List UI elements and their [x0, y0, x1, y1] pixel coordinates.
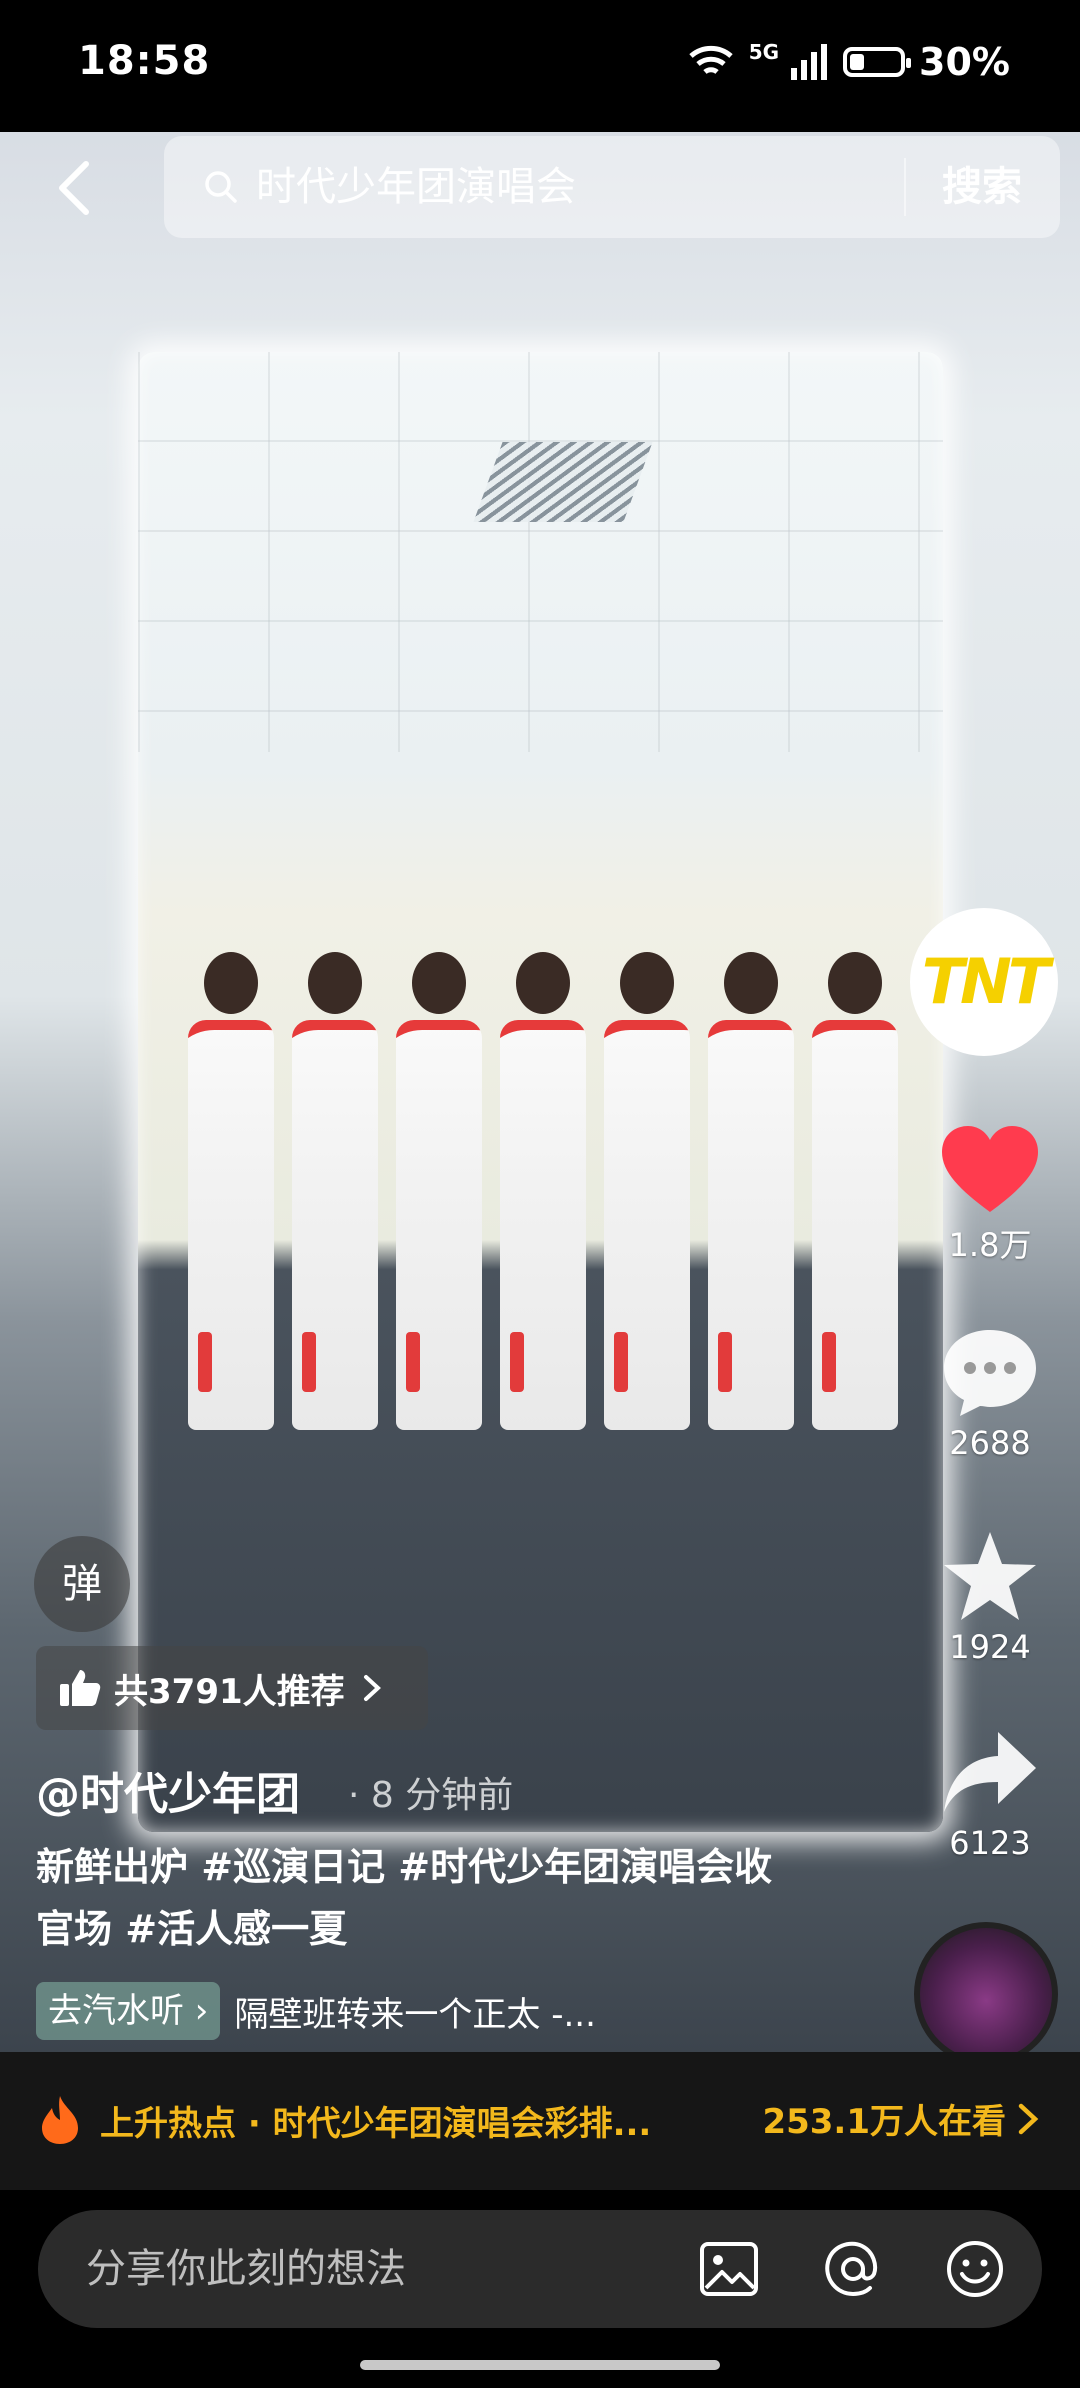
at-mention-icon[interactable]: [822, 2238, 884, 2300]
chevron-right-icon: [1018, 2103, 1039, 2134]
author-name[interactable]: @时代少年团: [36, 1758, 300, 1822]
danmu-toggle-button[interactable]: 弹: [34, 1536, 130, 1632]
comment-bar: 分享你此刻的想法: [0, 2190, 1080, 2388]
flame-icon: [42, 2096, 78, 2144]
heart-icon: [942, 1126, 1038, 1212]
recommend-chip[interactable]: 共3791人推荐: [36, 1646, 428, 1730]
comment-placeholder: 分享你此刻的想法: [86, 2246, 406, 2292]
avatar-logo: TNT: [921, 945, 1050, 1018]
status-icons: 5G 30%: [687, 40, 1010, 84]
performer: [188, 952, 274, 1432]
comment-button[interactable]: 2688: [922, 1326, 1058, 1462]
share-arrow-icon: [944, 1732, 1036, 1812]
like-count: 1.8万: [948, 1226, 1032, 1264]
network-label: 5G: [748, 40, 780, 64]
comment-input[interactable]: 分享你此刻的想法: [38, 2210, 1042, 2328]
emoji-icon[interactable]: [944, 2238, 1006, 2300]
chevron-right-icon: [363, 1675, 381, 1701]
search-divider: [904, 158, 906, 216]
thumbs-up-icon: [60, 1670, 101, 1706]
recommend-label: 共3791人推荐: [114, 1671, 345, 1712]
performer: [604, 952, 690, 1432]
performer: [292, 952, 378, 1432]
search-button[interactable]: 搜索: [942, 158, 1022, 216]
ceiling-vent: [473, 442, 653, 522]
status-time: 18:58: [78, 38, 211, 84]
comment-icon: [944, 1330, 1036, 1416]
search-query: 时代少年团演唱会: [256, 164, 576, 210]
post-time: · 8 分钟前: [348, 1775, 514, 1816]
signal-icon: [791, 44, 828, 80]
post-caption[interactable]: 新鲜出炉 #巡演日记 #时代少年团演唱会收官场 #活人感一夏: [36, 1836, 796, 1960]
share-button[interactable]: 6123: [922, 1728, 1058, 1862]
search-bar[interactable]: 时代少年团演唱会 搜索: [164, 136, 1060, 238]
performer: [396, 952, 482, 1432]
ceiling-grid: [138, 352, 943, 752]
music-title: 隔壁班转来一个正太 -...: [234, 1994, 596, 2035]
comment-count: 2688: [949, 1424, 1031, 1462]
music-disc-avatar[interactable]: [914, 1922, 1058, 2066]
hot-topic-left: 上升热点 · 时代少年团演唱会彩排...: [38, 2094, 651, 2146]
favorite-count: 1924: [949, 1628, 1031, 1666]
share-count: 6123: [949, 1824, 1031, 1862]
performer: [708, 952, 794, 1432]
hot-topic-label: 上升热点 · 时代少年团演唱会彩排...: [100, 2103, 652, 2144]
music-row[interactable]: 去汽水听 › 隔壁班转来一个正太 -...: [36, 1982, 596, 2040]
hot-viewers-count: 253.1万人在看: [762, 2102, 1006, 2142]
wifi-icon: [689, 45, 733, 75]
hot-topic-bar[interactable]: 上升热点 · 时代少年团演唱会彩排... 253.1万人在看: [0, 2052, 1080, 2190]
hot-viewers: 253.1万人在看: [762, 2094, 1040, 2143]
music-tag-label: 去汽水听: [48, 1991, 184, 2031]
music-open-tag[interactable]: 去汽水听 ›: [36, 1982, 221, 2040]
star-icon: [944, 1532, 1036, 1620]
status-bar: 18:58 5G 30%: [0, 0, 1080, 132]
home-indicator[interactable]: [360, 2360, 720, 2370]
like-button[interactable]: 1.8万: [922, 1124, 1058, 1266]
battery-icon: [843, 47, 912, 77]
video-frame: [138, 352, 943, 1832]
performer: [812, 952, 898, 1432]
battery-percent: 30%: [919, 40, 1010, 84]
search-icon: [205, 171, 237, 203]
performer: [500, 952, 586, 1432]
performers-group: [188, 912, 898, 1432]
creator-avatar[interactable]: TNT: [910, 908, 1058, 1056]
back-arrow-icon[interactable]: [54, 160, 94, 216]
image-icon[interactable]: [698, 2238, 760, 2300]
favorite-button[interactable]: 1924: [922, 1528, 1058, 1666]
